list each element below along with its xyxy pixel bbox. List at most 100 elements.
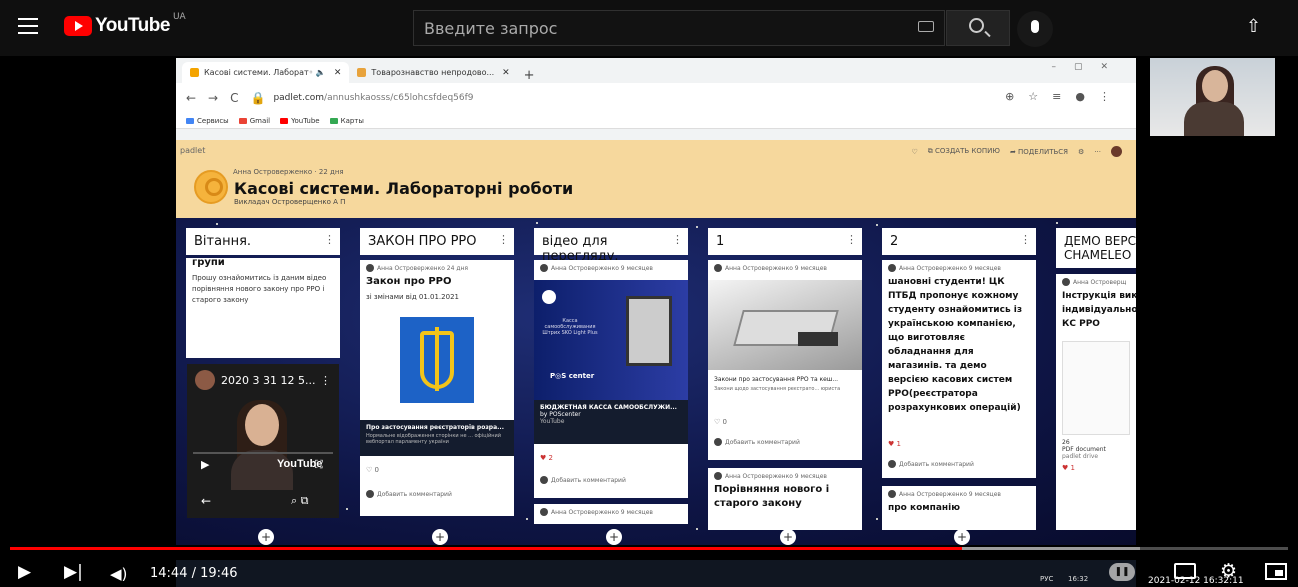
nav-buttons[interactable]: ←→C <box>186 91 251 105</box>
avatar[interactable] <box>1111 146 1122 157</box>
window-controls[interactable]: –▢✕ <box>1051 62 1126 72</box>
like-count[interactable]: ♡ 0 <box>714 417 727 428</box>
subtitles-icon[interactable] <box>1174 563 1196 579</box>
play-icon[interactable]: ▶ <box>201 458 209 471</box>
like-count[interactable]: ♥ 1 <box>888 439 901 450</box>
link-preview[interactable]: Про застосування реєстраторів розра... Н… <box>360 420 514 456</box>
padlet-brand[interactable]: padlet <box>180 146 205 155</box>
browser-toolbar-icons[interactable]: ⊕☆≡●⋮ <box>1005 90 1124 103</box>
search-icon <box>969 18 984 33</box>
post-card[interactable]: Анна Островерженко 9 месяцев <box>534 504 688 524</box>
tab-favicon <box>357 68 367 77</box>
add-post-icon[interactable]: + <box>432 529 448 545</box>
embedded-video[interactable]: 2020 3 31 12 5... ⋮ ▶ YouTube ⛶ ← ⌕ ⧉ <box>187 364 339 518</box>
bookmark-youtube[interactable]: YouTube <box>280 117 320 125</box>
heart-icon[interactable]: ♡ <box>911 148 917 156</box>
post-card[interactable]: Анна Островерженко 9 месяцев про компані… <box>882 486 1036 530</box>
play-icon[interactable] <box>542 290 556 304</box>
column-menu-icon[interactable]: ⋮ <box>498 233 509 246</box>
more-icon[interactable]: ··· <box>1094 148 1101 156</box>
column-menu-icon[interactable]: ⋮ <box>846 233 857 246</box>
comment-field[interactable]: Добавить комментарий <box>366 490 452 498</box>
comment-field[interactable]: Добавить комментарий <box>714 438 800 446</box>
padlet-board: Вітання. ⋮ групи Прошу ознайомитись із да… <box>176 218 1136 545</box>
youtube-logo[interactable]: YouTube UA <box>64 12 186 36</box>
column-menu-icon[interactable]: ⋮ <box>1020 233 1031 246</box>
post-card[interactable]: Анна Островерщ Інструкція вик індивідуал… <box>1056 274 1136 530</box>
post-card[interactable]: Анна Островерженко 9 месяцев Закони про … <box>708 260 862 460</box>
column-menu-icon[interactable]: ⋮ <box>324 233 335 246</box>
menu-icon[interactable] <box>18 18 38 34</box>
seek-bar[interactable] <box>10 547 1288 550</box>
padlet-author: Анна Островерженко · 22 дня <box>233 168 344 176</box>
link-desc: Нормальне відображення сторінки не ... о… <box>366 433 502 445</box>
voice-search-button[interactable] <box>1017 11 1053 47</box>
padlet-actions: ♡ ⧉ СОЗДАТЬ КОПИЮ ➦ ПОДЕЛИТЬСЯ ⚙ ··· <box>911 146 1122 157</box>
keyboard-icon[interactable] <box>918 21 934 32</box>
link-title: БЮДЖЕТНАЯ КАССА САМООБСЛУЖИ... <box>540 404 677 411</box>
copy-button[interactable]: ⧉ СОЗДАТЬ КОПИЮ <box>928 147 1000 156</box>
close-icon[interactable]: ✕ <box>334 68 342 78</box>
link-desc: Закони щодо застосування реєстрато... юр… <box>714 386 841 392</box>
volume-icon[interactable]: ◀) <box>110 565 127 583</box>
add-post-icon[interactable]: + <box>606 529 622 545</box>
browser-tab-2[interactable]: Товарознавство непродово... ✕ <box>349 62 517 83</box>
time-display: 14:44 / 19:46 <box>150 566 238 581</box>
add-post-icon[interactable]: + <box>954 529 970 545</box>
url-field[interactable]: padlet.com/annushkaosss/c65lohcsfdeq56f9 <box>273 93 473 103</box>
comment-field[interactable]: Добавить комментарий <box>888 460 974 468</box>
post-card[interactable]: Анна Островерженко 24 дня Закон про РРО … <box>360 260 514 516</box>
video-progress[interactable] <box>193 452 333 454</box>
address-bar[interactable]: ←→C 🔒 padlet.com/annushkaosss/c65lohcsfd… <box>176 83 1136 113</box>
miniplayer-icon[interactable] <box>1265 563 1287 580</box>
more-icon[interactable]: ⋮ <box>320 374 331 387</box>
padlet-title: Касові системи. Лабораторні роботи <box>234 179 574 198</box>
close-icon[interactable]: ✕ <box>502 68 510 78</box>
post-card[interactable]: групи Прошу ознайомитись із даним відео … <box>186 257 340 358</box>
youtube-wordmark: YouTube <box>95 15 170 36</box>
settings-icon[interactable]: ⚙ <box>1220 560 1237 582</box>
tab-strip: Касові системи. Лаборат◦ 🔈 ✕ Товарознавс… <box>176 58 1136 83</box>
system-clock: 16:32 <box>1068 575 1089 583</box>
column-menu-icon[interactable]: ⋮ <box>672 233 683 246</box>
autoplay-toggle[interactable]: ❚❚ <box>1109 563 1135 581</box>
column-zakon: ЗАКОН ПРО РРО ⋮ <box>360 228 514 255</box>
post-author: Анна Островерщ <box>1062 278 1130 286</box>
play-button[interactable]: ▶ <box>18 562 31 582</box>
search-input[interactable]: Введите запрос <box>413 10 945 46</box>
like-count[interactable]: ♡ 0 <box>366 465 379 476</box>
column-1: 1 ⋮ <box>708 228 862 255</box>
post-card[interactable]: Анна Островерженко 9 месяцев шановні сту… <box>882 260 1036 478</box>
post-author: Анна Островерженко 9 месяцев <box>714 264 856 272</box>
video-overlay-text: Касса самообслуживания Штрих SKO Light P… <box>542 318 598 336</box>
add-post-icon[interactable]: + <box>780 529 796 545</box>
search-button[interactable] <box>946 10 1010 46</box>
new-tab-button[interactable]: + <box>524 68 535 83</box>
share-button[interactable]: ➦ ПОДЕЛИТЬСЯ <box>1010 148 1068 156</box>
post-title: групи <box>192 257 225 268</box>
comment-field[interactable]: Добавить комментарий <box>540 476 626 484</box>
next-button[interactable]: ▶| <box>64 562 83 582</box>
settings-icon[interactable]: ⚙ <box>1078 148 1084 156</box>
post-card[interactable]: Анна Островерженко 9 месяцев Порівняння … <box>708 468 862 530</box>
bookmark-maps[interactable]: Карты <box>329 117 364 125</box>
youtube-header: YouTube UA Введите запрос ⇧ <box>0 0 1298 56</box>
post-body: зі змінами від 01.01.2021 <box>366 293 459 301</box>
bookmark-gmail[interactable]: Gmail <box>238 117 270 125</box>
browser-tab-1[interactable]: Касові системи. Лаборат◦ 🔈 ✕ <box>182 62 350 83</box>
like-count[interactable]: ♥ 2 <box>540 453 553 464</box>
link-preview[interactable]: БЮДЖЕТНАЯ КАССА САМООБСЛУЖИ... by POScen… <box>534 400 688 444</box>
bookmark-services[interactable]: Сервисы <box>186 117 229 125</box>
link-byline: by POScenter <box>540 411 581 418</box>
upload-icon[interactable]: ⇧ <box>1246 16 1261 37</box>
zoom-icon[interactable]: ⌕ ⧉ <box>291 494 309 508</box>
fullscreen-icon[interactable]: ⛶ <box>315 458 323 472</box>
add-post-icon[interactable]: + <box>258 529 274 545</box>
back-icon[interactable]: ← <box>201 494 211 508</box>
link-title: Закони про застосування РРО та кеш... <box>714 376 839 383</box>
post-body: шановні студенти! ЦК ПТБД пропонує кожно… <box>888 277 1023 413</box>
like-count[interactable]: ♥ 1 <box>1062 463 1130 474</box>
post-card[interactable]: Анна Островерженко 9 месяцев Касса самоо… <box>534 260 688 498</box>
video-preview[interactable]: Касса самообслуживания Штрих SKO Light P… <box>534 280 688 400</box>
url-path: /annushkaosss/c65lohcsfdeq56f9 <box>324 93 474 103</box>
